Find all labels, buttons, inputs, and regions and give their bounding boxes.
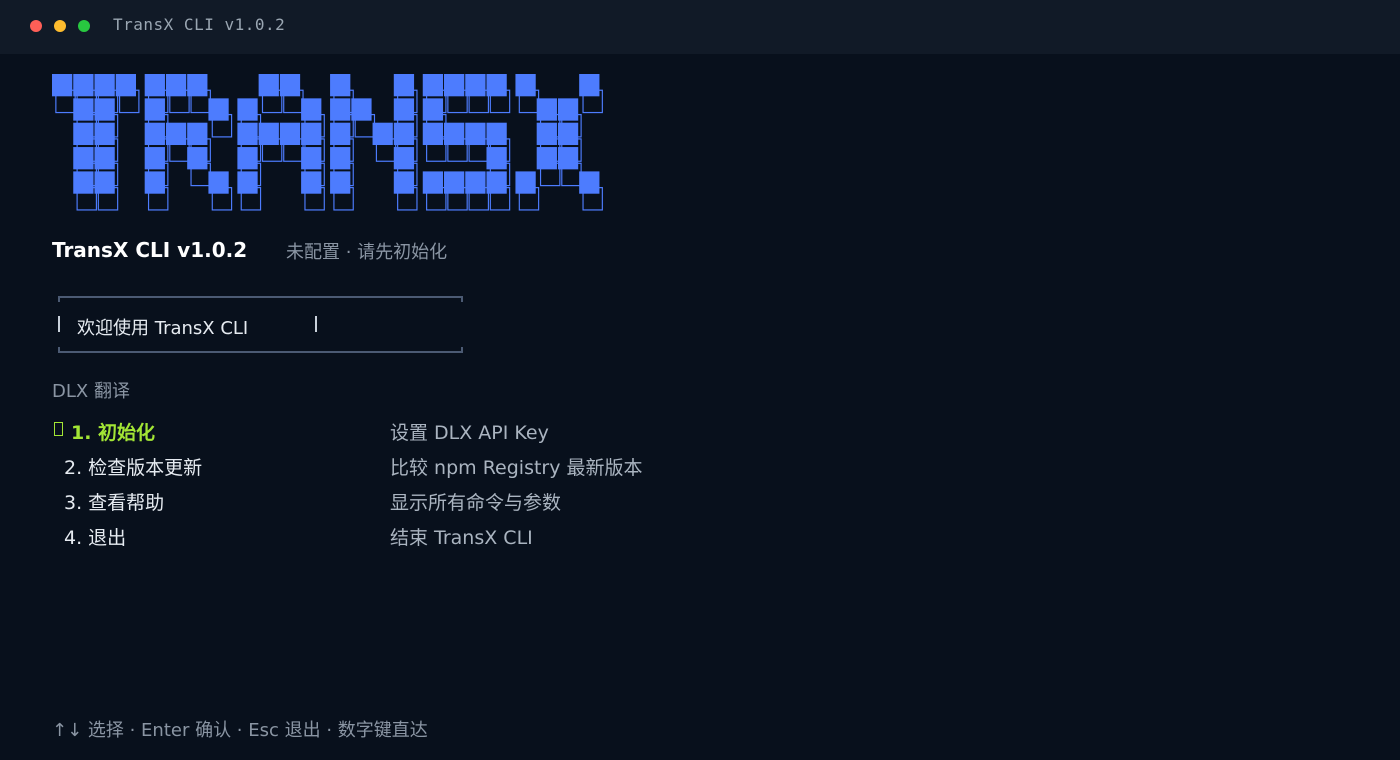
welcome-text: 欢迎使用 TransX CLI bbox=[77, 318, 249, 339]
welcome-banner: 欢迎使用 TransX CLI bbox=[58, 296, 463, 353]
menu-item-description: 结束 TransX CLI bbox=[390, 527, 533, 549]
menu-item-description: 比较 npm Registry 最新版本 bbox=[390, 457, 643, 479]
close-window-button[interactable] bbox=[30, 20, 42, 32]
keyboard-hints: ↑↓ 选择 · Enter 确认 · Esc 退出 · 数字键直达 bbox=[52, 720, 428, 741]
minimize-window-button[interactable] bbox=[54, 20, 66, 32]
menu-item-description: 设置 DLX API Key bbox=[390, 422, 549, 444]
menu-item-label: 2. 检查版本更新 bbox=[64, 457, 203, 479]
main-menu: 1. 初始化 设置 DLX API Key 2. 检查版本更新 比较 npm R… bbox=[52, 416, 852, 556]
window-titlebar: TransX CLI v1.0.2 bbox=[0, 0, 1400, 54]
app-name: TransX CLI v1.0.2 bbox=[52, 238, 248, 262]
menu-item-description: 显示所有命令与参数 bbox=[390, 492, 562, 514]
window-title: TransX CLI v1.0.2 bbox=[113, 15, 286, 34]
maximize-window-button[interactable] bbox=[78, 20, 90, 32]
config-status: 未配置 · 请先初始化 bbox=[286, 242, 448, 263]
transx-ascii-logo bbox=[52, 74, 603, 211]
menu-item-check-update[interactable]: 2. 检查版本更新 比较 npm Registry 最新版本 bbox=[52, 451, 852, 486]
menu-item-label: 4. 退出 bbox=[64, 527, 127, 549]
selection-cursor-icon bbox=[54, 422, 63, 436]
menu-item-help[interactable]: 3. 查看帮助 显示所有命令与参数 bbox=[52, 486, 852, 521]
section-label: DLX 翻译 bbox=[52, 381, 130, 402]
menu-item-exit[interactable]: 4. 退出 结束 TransX CLI bbox=[52, 521, 852, 556]
menu-item-label: 3. 查看帮助 bbox=[64, 492, 165, 514]
menu-item-init[interactable]: 1. 初始化 设置 DLX API Key bbox=[52, 416, 852, 451]
menu-item-label: 1. 初始化 bbox=[71, 422, 156, 444]
